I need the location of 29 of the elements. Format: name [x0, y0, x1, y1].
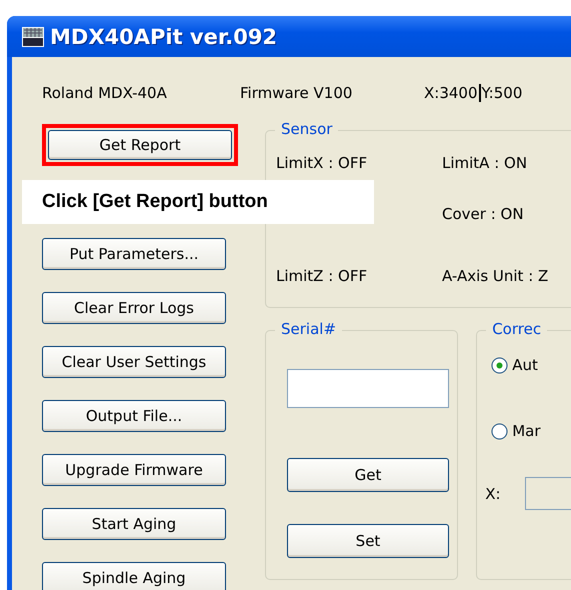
sensor-status: Cover : ON — [442, 205, 525, 223]
sensor-status: LimitX : OFF — [276, 154, 368, 172]
serial-field[interactable] — [287, 369, 449, 408]
x-label: X: — [485, 484, 501, 502]
action-button[interactable]: Upgrade Firmware — [42, 454, 226, 486]
radio-button[interactable] — [491, 422, 508, 440]
callout-text: Click [Get Report] button — [22, 180, 374, 224]
window-title: MDX40APit ver.092 — [50, 24, 278, 48]
serial-button[interactable]: Set — [287, 524, 449, 558]
action-button[interactable]: Output File... — [42, 400, 226, 432]
sensor-status: A-Axis Unit : Z — [442, 267, 550, 285]
radio-label: Mar — [512, 422, 541, 440]
firmware-label: Firmware V100 — [240, 84, 354, 102]
sensor-status: LimitZ : OFF — [276, 267, 368, 285]
action-button[interactable]: Start Aging — [42, 508, 226, 540]
radio-label: Aut — [512, 356, 538, 374]
model-label: Roland MDX-40A — [42, 84, 168, 102]
action-button[interactable]: Get Report — [48, 130, 232, 160]
x-position-label: X:3400 — [424, 84, 478, 102]
action-button[interactable]: Clear User Settings — [42, 346, 226, 378]
serial-button[interactable]: Get — [287, 458, 449, 492]
action-button[interactable]: Put Parameters... — [42, 238, 226, 270]
sensor-status: LimitA : ON — [442, 154, 528, 172]
action-button[interactable]: Spindle Aging — [42, 562, 226, 590]
y-position-label: Y:500 — [482, 84, 522, 102]
radio-button[interactable] — [491, 356, 508, 374]
action-button[interactable]: Clear Error Logs — [42, 292, 226, 324]
app-icon — [22, 26, 44, 46]
x-field[interactable] — [524, 477, 571, 510]
